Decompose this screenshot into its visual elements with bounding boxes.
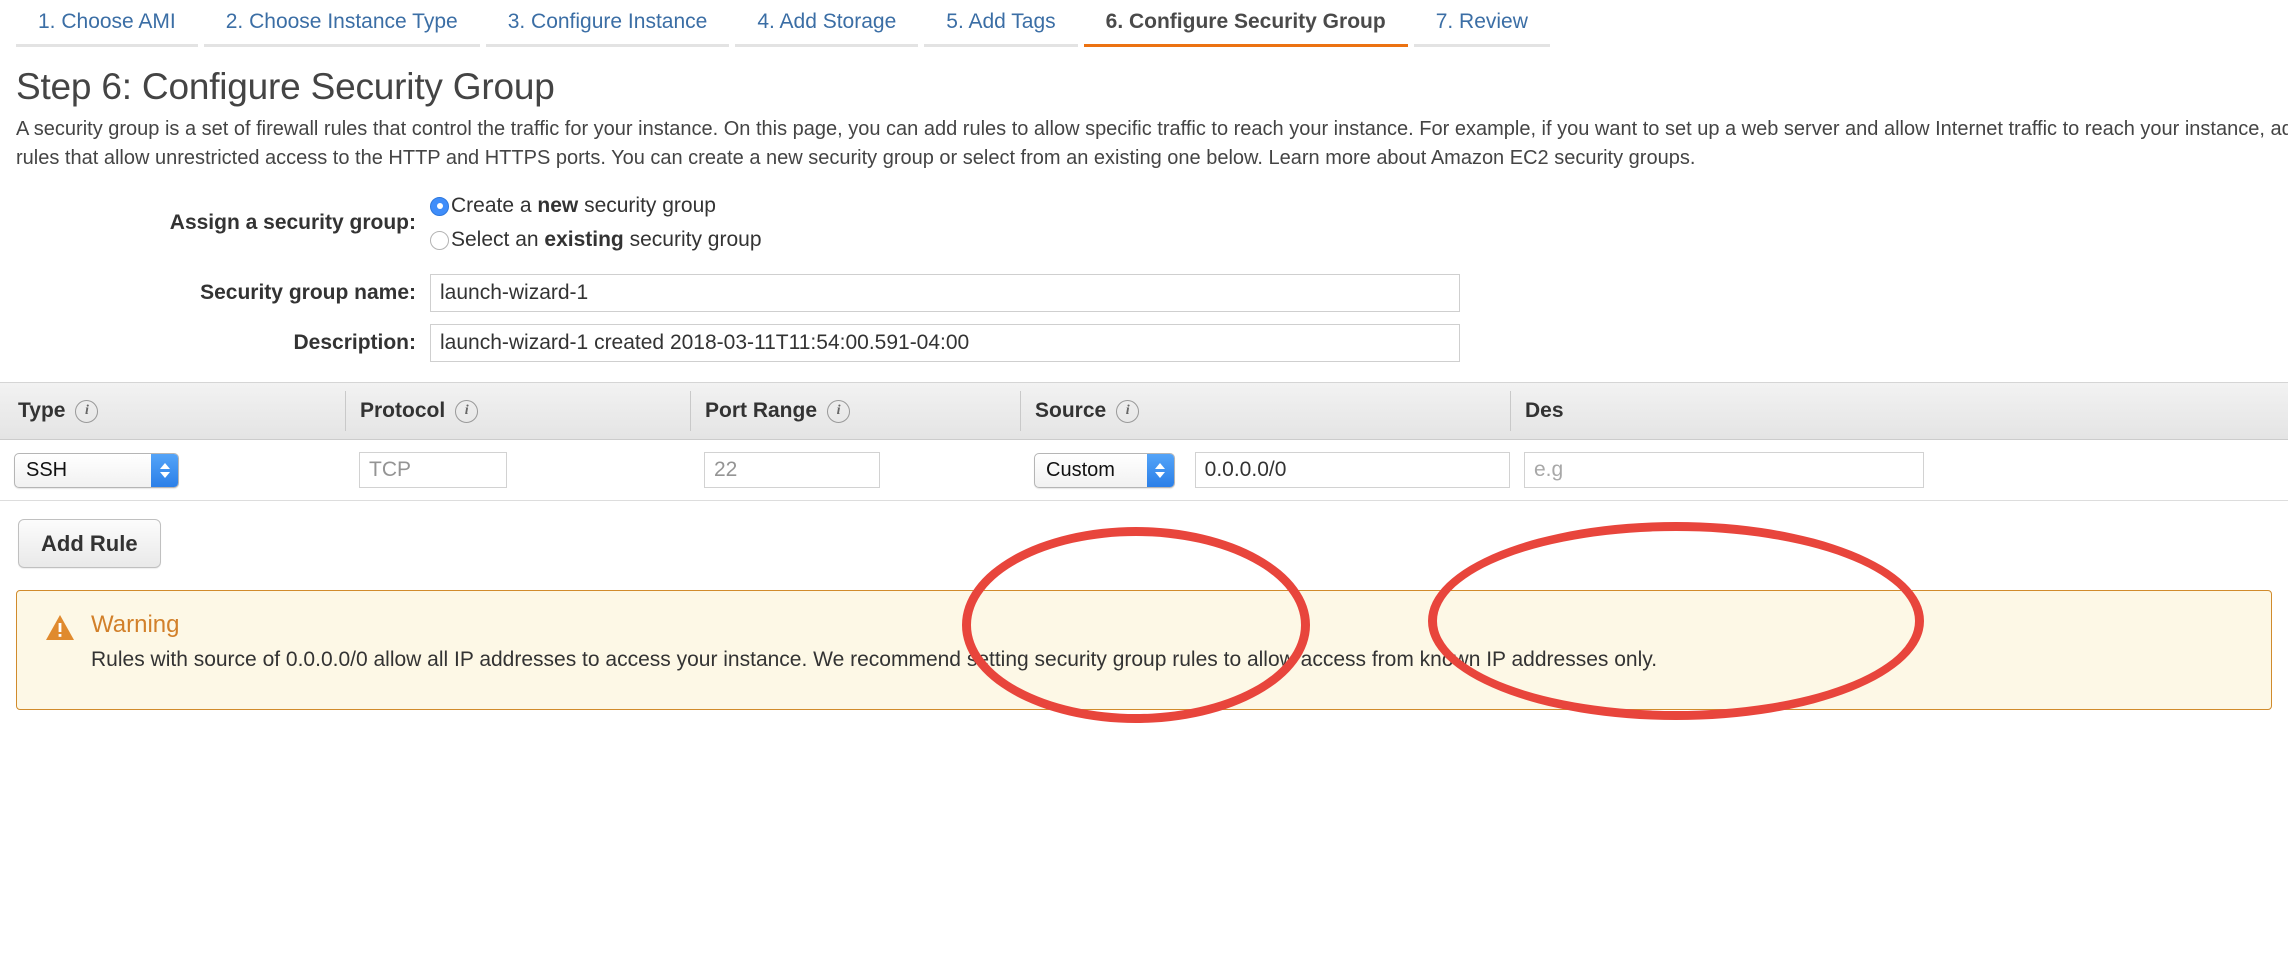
wizard-tab-add-storage[interactable]: 4. Add Storage	[735, 4, 918, 47]
wizard-tab-choose-instance-type[interactable]: 2. Choose Instance Type	[204, 4, 480, 47]
column-header-protocol: Protocol i	[345, 391, 690, 431]
column-header-type-label: Type	[18, 399, 65, 423]
warning-title: Warning	[91, 611, 2245, 639]
table-row: SSH TCP 22 Custom 0.0.0.0/0	[0, 440, 2288, 501]
security-group-name-label: Security group name:	[0, 281, 430, 305]
rule-source-kind-select[interactable]: Custom	[1034, 453, 1175, 488]
info-icon-type[interactable]: i	[75, 400, 98, 423]
page-description: A security group is a set of firewall ru…	[16, 115, 2288, 173]
radio-create-new-icon[interactable]	[430, 197, 449, 216]
assign-security-group-label: Assign a security group:	[0, 211, 430, 235]
chevron-updown-icon[interactable]	[151, 454, 178, 487]
chevron-updown-icon[interactable]	[1147, 454, 1174, 487]
rule-source-kind-value: Custom	[1046, 459, 1115, 482]
wizard-tab-choose-ami[interactable]: 1. Choose AMI	[16, 4, 198, 47]
security-group-description-row: Description:	[0, 324, 2288, 362]
rule-description-input[interactable]: e.g	[1524, 452, 1924, 488]
rule-type-select[interactable]: SSH	[14, 453, 179, 488]
page-title: Step 6: Configure Security Group	[16, 66, 2288, 108]
wizard-tab-bar: 1. Choose AMI 2. Choose Instance Type 3.…	[0, 0, 2288, 47]
radio-select-existing-label: Select an existing security group	[451, 228, 762, 252]
radio-option-select-existing[interactable]: Select an existing security group	[430, 228, 762, 252]
rule-type-value: SSH	[26, 459, 67, 482]
column-header-port-range-label: Port Range	[705, 399, 817, 423]
info-icon-source[interactable]: i	[1116, 400, 1139, 423]
wizard-tab-review[interactable]: 7. Review	[1414, 4, 1550, 47]
security-group-description-label: Description:	[0, 331, 430, 355]
warning-banner: Warning Rules with source of 0.0.0.0/0 a…	[16, 590, 2272, 710]
column-header-source-label: Source	[1035, 399, 1106, 423]
warning-text: Rules with source of 0.0.0.0/0 allow all…	[91, 646, 2245, 674]
column-header-description-label: Des	[1525, 399, 1564, 423]
info-icon-port-range[interactable]: i	[827, 400, 850, 423]
cell-protocol: TCP	[345, 440, 690, 500]
security-group-form: Assign a security group: Create a new se…	[0, 194, 2288, 362]
rule-protocol-field: TCP	[359, 452, 507, 488]
wizard-tab-add-tags[interactable]: 5. Add Tags	[924, 4, 1077, 47]
rule-port-range-field: 22	[704, 452, 880, 488]
cell-type: SSH	[0, 440, 345, 500]
radio-select-existing-icon[interactable]	[430, 231, 449, 250]
column-header-type: Type i	[0, 391, 345, 431]
wizard-tab-configure-instance[interactable]: 3. Configure Instance	[486, 4, 730, 47]
warning-triangle-icon	[43, 614, 77, 641]
security-group-rules-table: Type i Protocol i Port Range i Source i …	[0, 382, 2288, 501]
rules-table-header-row: Type i Protocol i Port Range i Source i …	[0, 383, 2288, 440]
radio-option-create-new[interactable]: Create a new security group	[430, 194, 762, 218]
security-group-description-input[interactable]	[430, 324, 1460, 362]
rule-source-cidr-input[interactable]: 0.0.0.0/0	[1195, 452, 1510, 488]
assign-security-group-row: Assign a security group: Create a new se…	[0, 194, 2288, 252]
column-header-source: Source i	[1020, 391, 1510, 431]
wizard-tab-configure-security-group[interactable]: 6. Configure Security Group	[1084, 4, 1408, 47]
column-header-protocol-label: Protocol	[360, 399, 445, 423]
cell-source: Custom 0.0.0.0/0	[1020, 440, 1510, 500]
radio-create-new-label: Create a new security group	[451, 194, 716, 218]
security-group-name-input[interactable]	[430, 274, 1460, 312]
assign-security-group-options: Create a new security group Select an ex…	[430, 194, 762, 252]
add-rule-button[interactable]: Add Rule	[18, 519, 161, 568]
cell-port-range: 22	[690, 440, 1020, 500]
column-header-port-range: Port Range i	[690, 391, 1020, 431]
cell-description: e.g	[1510, 440, 2288, 500]
security-group-name-row: Security group name:	[0, 274, 2288, 312]
info-icon-protocol[interactable]: i	[455, 400, 478, 423]
warning-content: Warning Rules with source of 0.0.0.0/0 a…	[91, 611, 2245, 674]
column-header-description: Des	[1510, 391, 2288, 431]
